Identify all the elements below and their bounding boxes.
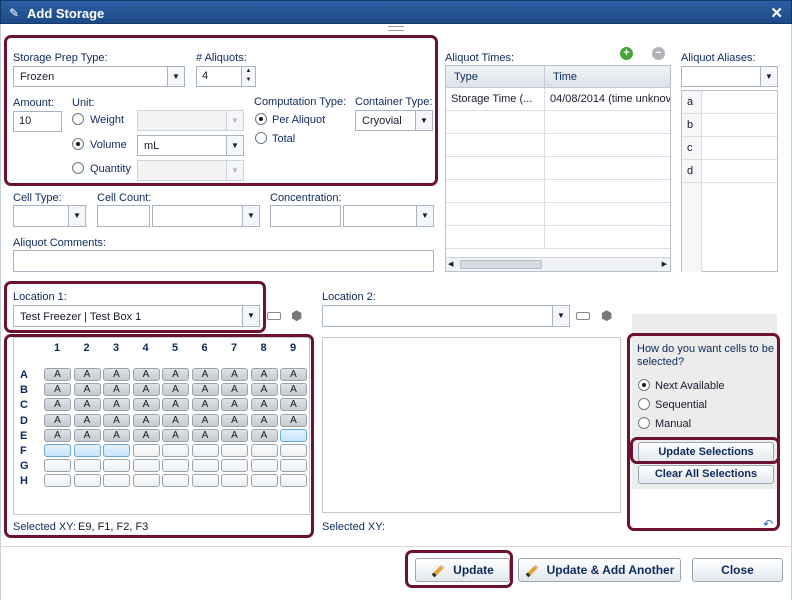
update-button-highlight-frame xyxy=(405,550,513,588)
alias-cell[interactable] xyxy=(702,114,777,137)
location1-highlight-frame xyxy=(4,281,266,333)
table-cell xyxy=(446,180,545,203)
location1-grid-highlight-frame xyxy=(4,334,314,538)
label-icon[interactable] xyxy=(267,312,281,320)
location2-label: Location 2: xyxy=(322,291,376,303)
close-button[interactable]: Close xyxy=(692,558,783,582)
column-header[interactable]: Type xyxy=(446,66,545,88)
add-icon[interactable]: + xyxy=(620,47,633,60)
alias-cell[interactable] xyxy=(702,91,777,114)
table-cell[interactable]: Storage Time (... xyxy=(446,88,545,111)
aliquot-comments-label: Aliquot Comments: xyxy=(13,237,106,249)
update-add-another-button[interactable]: Update & Add Another xyxy=(518,558,681,582)
table-cell xyxy=(446,134,545,157)
aliquot-aliases-label: Aliquot Aliases: xyxy=(681,52,756,64)
scroll-right-icon[interactable]: ▶ xyxy=(662,260,667,268)
column-header[interactable]: Time xyxy=(545,66,670,88)
label-icon[interactable] xyxy=(576,312,590,320)
resize-grip[interactable] xyxy=(388,26,404,31)
row-header: b xyxy=(682,114,702,137)
row-header: a xyxy=(682,91,702,114)
chevron-down-icon[interactable]: ▼ xyxy=(416,206,433,226)
pencil-icon xyxy=(525,564,538,578)
close-icon[interactable]: ✕ xyxy=(770,4,783,22)
table-cell xyxy=(545,134,670,157)
alias-cell[interactable] xyxy=(702,160,777,183)
row-header-filler xyxy=(682,183,702,272)
dialog-titlebar: ✎ Add Storage ✕ xyxy=(0,0,792,24)
table-cell xyxy=(545,203,670,226)
table-cell xyxy=(545,226,670,249)
prep-highlight-frame xyxy=(4,35,438,186)
selection-panel-highlight-frame xyxy=(627,333,780,531)
table-cell xyxy=(545,111,670,134)
location2-grid xyxy=(322,337,621,513)
box-search-icon[interactable]: ⬢ xyxy=(601,308,617,323)
table-cell xyxy=(446,111,545,134)
aliquot-aliases-grid: a b c d xyxy=(681,90,778,272)
chevron-down-icon[interactable]: ▼ xyxy=(552,306,569,326)
horizontal-scrollbar[interactable]: ◀ ▶ xyxy=(446,257,670,271)
table-cell xyxy=(545,157,670,180)
dialog-title: Add Storage xyxy=(27,6,105,21)
scroll-left-icon[interactable]: ◀ xyxy=(448,260,453,268)
alias-cell[interactable] xyxy=(702,137,777,160)
remove-icon[interactable]: − xyxy=(652,47,665,60)
concentration-input[interactable] xyxy=(270,205,341,227)
chevron-down-icon[interactable]: ▼ xyxy=(68,206,85,226)
location2-selected-xy-label: Selected XY: xyxy=(322,521,385,533)
aliquot-comments-input[interactable] xyxy=(13,250,434,272)
row-header: c xyxy=(682,137,702,160)
box-search-icon[interactable]: ⬢ xyxy=(291,308,307,323)
table-cell xyxy=(446,226,545,249)
scrollbar-thumb[interactable] xyxy=(460,260,542,269)
update-add-another-label: Update & Add Another xyxy=(546,563,675,577)
cell-count-label: Cell Count: xyxy=(97,192,152,204)
table-cell[interactable]: 04/08/2014 (time unknov xyxy=(545,88,670,111)
aliquot-times-label: Aliquot Times: xyxy=(445,52,515,64)
aliquot-times-grid: Type Time Storage Time (... 04/08/2014 (… xyxy=(445,65,671,272)
cell-count-unit-select[interactable]: ▼ xyxy=(152,205,260,227)
concentration-unit-select[interactable]: ▼ xyxy=(343,205,434,227)
cell-count-input[interactable] xyxy=(97,205,150,227)
chevron-down-icon[interactable]: ▼ xyxy=(242,206,259,226)
table-cell xyxy=(446,157,545,180)
table-cell xyxy=(446,203,545,226)
cell-type-select[interactable]: ▼ xyxy=(13,205,86,227)
chevron-down-icon[interactable]: ▼ xyxy=(760,67,777,86)
edit-icon: ✎ xyxy=(9,6,20,20)
aliquot-aliases-select[interactable]: ▼ xyxy=(681,66,778,87)
footer-divider xyxy=(0,546,792,547)
table-cell xyxy=(545,180,670,203)
concentration-label: Concentration: xyxy=(270,192,342,204)
cell-type-label: Cell Type: xyxy=(13,192,62,204)
location2-select[interactable]: ▼ xyxy=(322,305,570,327)
row-header: d xyxy=(682,160,702,183)
